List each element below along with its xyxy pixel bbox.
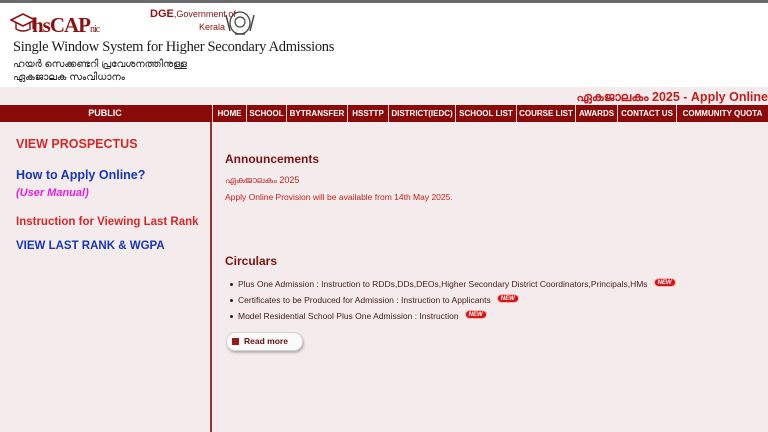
- announcement-text: Apply Online Provision will be available…: [225, 192, 453, 202]
- square-bullet-icon: [232, 338, 239, 345]
- new-badge: NEW: [496, 294, 519, 303]
- site-header: hsCAPnic Single Window System for Higher…: [0, 3, 768, 87]
- instruction-last-rank-link[interactable]: Instruction for Viewing Last Rank: [16, 216, 199, 228]
- circulars-heading: Circulars: [225, 254, 278, 268]
- main-content: Announcements ഏകജാലകം 2025 Apply Online …: [214, 122, 768, 432]
- announcement-title: ഏകജാലകം 2025: [225, 175, 300, 185]
- apply-online-banner[interactable]: ഏകജാലകം 2025 - Apply Online: [540, 90, 768, 105]
- main-nav: PUBLIC HOME SCHOOL BYTRANSFER HSSTTP DIS…: [0, 105, 768, 122]
- malayalam-title-line2: ഏകജാലക സംവിധാനം: [13, 72, 125, 83]
- circulars-list: Plus One Admission : Instruction to RDDs…: [230, 276, 676, 324]
- hscap-logo[interactable]: hsCAPnic: [10, 10, 120, 40]
- nav-bytransfer[interactable]: BYTRANSFER: [286, 105, 347, 122]
- nav-school[interactable]: SCHOOL: [246, 105, 286, 122]
- announcements-heading: Announcements: [225, 152, 320, 166]
- new-badge: NEW: [464, 310, 487, 319]
- list-item: Certificates to be Produced for Admissio…: [230, 292, 676, 308]
- public-label: PUBLIC: [88, 108, 122, 118]
- new-badge: NEW: [653, 278, 676, 287]
- view-prospectus-link[interactable]: VIEW PROSPECTUS: [16, 137, 138, 151]
- nav-community-quota[interactable]: COMMUNITY QUOTA: [676, 105, 768, 122]
- site-title: Single Window System for Higher Secondar…: [13, 39, 335, 55]
- how-to-apply-link[interactable]: How to Apply Online?: [16, 168, 145, 182]
- nav-district-iedc[interactable]: DISTRICT(IEDC): [388, 105, 455, 122]
- kerala-emblem-icon: [225, 11, 255, 35]
- kerala-label: Kerala: [199, 22, 226, 32]
- malayalam-title-line1: ഹയർ സെക്കണ്ടറി പ്രവേശനത്തിനുള്ള: [13, 59, 187, 70]
- user-manual-link[interactable]: (User Manual): [16, 187, 89, 199]
- nav-hssttp[interactable]: HSSTTP: [347, 105, 388, 122]
- list-item: Model Residential School Plus One Admiss…: [230, 308, 676, 324]
- nav-school-list[interactable]: SCHOOL LIST: [455, 105, 516, 122]
- nav-awards[interactable]: AWARDS: [575, 105, 617, 122]
- circular-link-3[interactable]: Model Residential School Plus One Admiss…: [238, 311, 459, 321]
- view-last-rank-link[interactable]: VIEW LAST RANK & WGPA: [16, 240, 165, 252]
- nav-menu: HOME SCHOOL BYTRANSFER HSSTTP DISTRICT(I…: [212, 105, 768, 122]
- read-more-label: Read more: [244, 336, 288, 346]
- nav-contact-us[interactable]: CONTACT US: [617, 105, 676, 122]
- circular-link-1[interactable]: Plus One Admission : Instruction to RDDs…: [238, 279, 648, 289]
- list-item: Plus One Admission : Instruction to RDDs…: [230, 276, 676, 292]
- nav-course-list[interactable]: COURSE LIST: [516, 105, 575, 122]
- circular-link-2[interactable]: Certificates to be Produced for Admissio…: [238, 295, 491, 305]
- logo-text: hsCAPnic: [32, 13, 100, 37]
- nav-home[interactable]: HOME: [212, 105, 246, 122]
- sidebar: VIEW PROSPECTUS How to Apply Online? (Us…: [0, 122, 212, 432]
- read-more-button[interactable]: Read more: [226, 332, 303, 351]
